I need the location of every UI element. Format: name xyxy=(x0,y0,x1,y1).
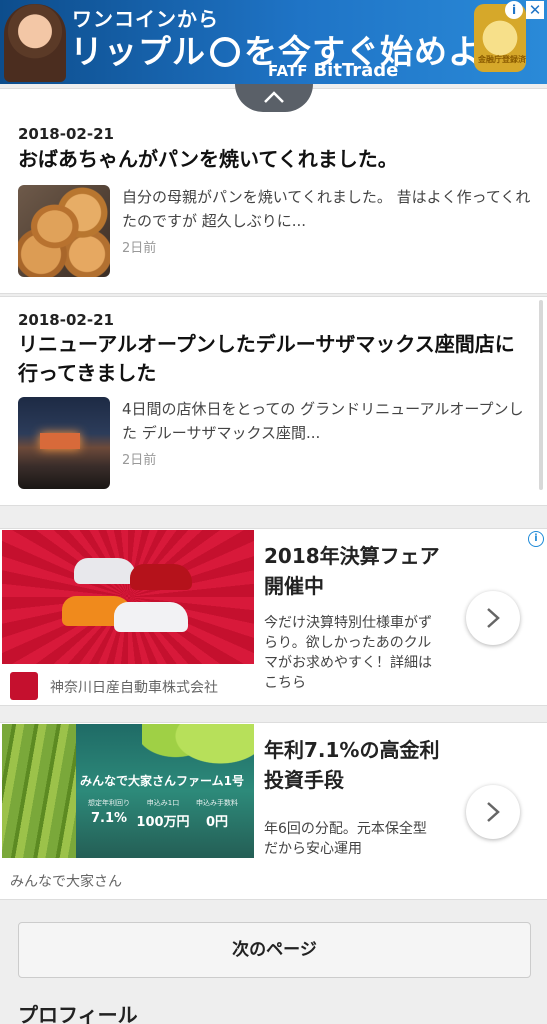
native-ad[interactable]: 神奈川日産自動車株式会社 2018年決算フェア開催中 今だけ決算特別仕様車がずら… xyxy=(0,528,547,706)
article-date: 2018-02-21 xyxy=(18,125,114,143)
ad-image[interactable] xyxy=(2,530,254,664)
article-thumbnail[interactable] xyxy=(18,185,110,277)
ad-model-photo xyxy=(4,4,66,82)
article-ago: 2日前 xyxy=(122,453,157,468)
badge-label: 金融庁登録済 xyxy=(478,55,526,64)
ad-stat: 想定年利回り 7.1% xyxy=(88,799,130,826)
ad-advertiser: 神奈川日産自動車株式会社 xyxy=(50,680,218,696)
article-card[interactable]: 2018-02-21 おばあちゃんがパンを焼いてくれました。 自分の母親がパンを… xyxy=(0,88,547,294)
ad-stat: 申込み手数料 0円 xyxy=(195,799,238,830)
article-excerpt: 自分の母親がパンを焼いてくれました。 昔はよく作ってくれたのですが 超久しぶりに… xyxy=(122,188,531,230)
banana-image xyxy=(2,724,76,858)
car-image xyxy=(74,558,136,584)
article-title[interactable]: おばあちゃんがパンを焼いてくれました。 xyxy=(18,145,533,174)
ad-image-caption: みんなで大家さんファーム1号 xyxy=(80,774,244,788)
article-card[interactable]: 2018-02-21 リニューアルオープンしたデルーサザマックス座間店に行ってき… xyxy=(0,296,547,506)
ad-info-icon[interactable]: i xyxy=(528,531,544,547)
next-page-button[interactable]: 次のページ xyxy=(18,922,531,978)
chevron-right-icon xyxy=(487,802,500,822)
top-banner-ad[interactable]: ワンコインから リップルを今すぐ始めよう！ FATFBitTrade 金融庁登録… xyxy=(0,0,547,84)
ad-body: 今だけ決算特別仕様車がずらり。欲しかったあのクルマがお求めやすく！詳細はこちら xyxy=(264,615,432,691)
ad-body: 年6回の分配。元本保全型だから安心運用 xyxy=(264,821,427,857)
ripple-logo-icon xyxy=(210,37,240,67)
article-excerpt: 4日間の店休日をとっての グランドリニューアルオープンした デルーサザマックス座… xyxy=(122,400,524,442)
chevron-right-icon xyxy=(487,608,500,628)
info-icon[interactable]: i xyxy=(505,1,523,19)
car-image xyxy=(130,564,192,590)
article-thumbnail[interactable] xyxy=(18,397,110,489)
close-icon[interactable]: ✕ xyxy=(526,1,544,19)
car-image xyxy=(114,602,188,632)
ad-headline[interactable]: 2018年決算フェア開催中 xyxy=(264,541,454,601)
ad-open-button[interactable] xyxy=(466,591,520,645)
profile-heading: プロフィール xyxy=(18,1003,138,1024)
article-title[interactable]: リニューアルオープンしたデルーサザマックス座間店に行ってきました xyxy=(18,330,533,388)
ad-brand: FATF BitTrade xyxy=(268,60,399,81)
ad-open-button[interactable] xyxy=(466,785,520,839)
scrollbar[interactable] xyxy=(539,300,543,490)
chevron-up-icon xyxy=(264,91,284,103)
native-ad[interactable]: みんなで大家さんファーム1号 想定年利回り 7.1% 申込み1口 100万円 申込み… xyxy=(0,722,547,900)
article-ago: 2日前 xyxy=(122,241,157,256)
ad-headline[interactable]: 年利7.1%の高金利投資手段 xyxy=(264,735,454,795)
advertiser-logo-icon xyxy=(10,672,38,700)
ad-image[interactable]: みんなで大家さんファーム1号 想定年利回り 7.1% 申込み1口 100万円 申込み… xyxy=(2,724,254,858)
ad-stats: 想定年利回り 7.1% 申込み1口 100万円 申込み手数料 0円 xyxy=(88,798,238,830)
ad-stat: 申込み1口 100万円 xyxy=(136,799,190,830)
article-date: 2018-02-21 xyxy=(18,311,114,329)
ad-advertiser: みんなで大家さん xyxy=(10,874,122,890)
